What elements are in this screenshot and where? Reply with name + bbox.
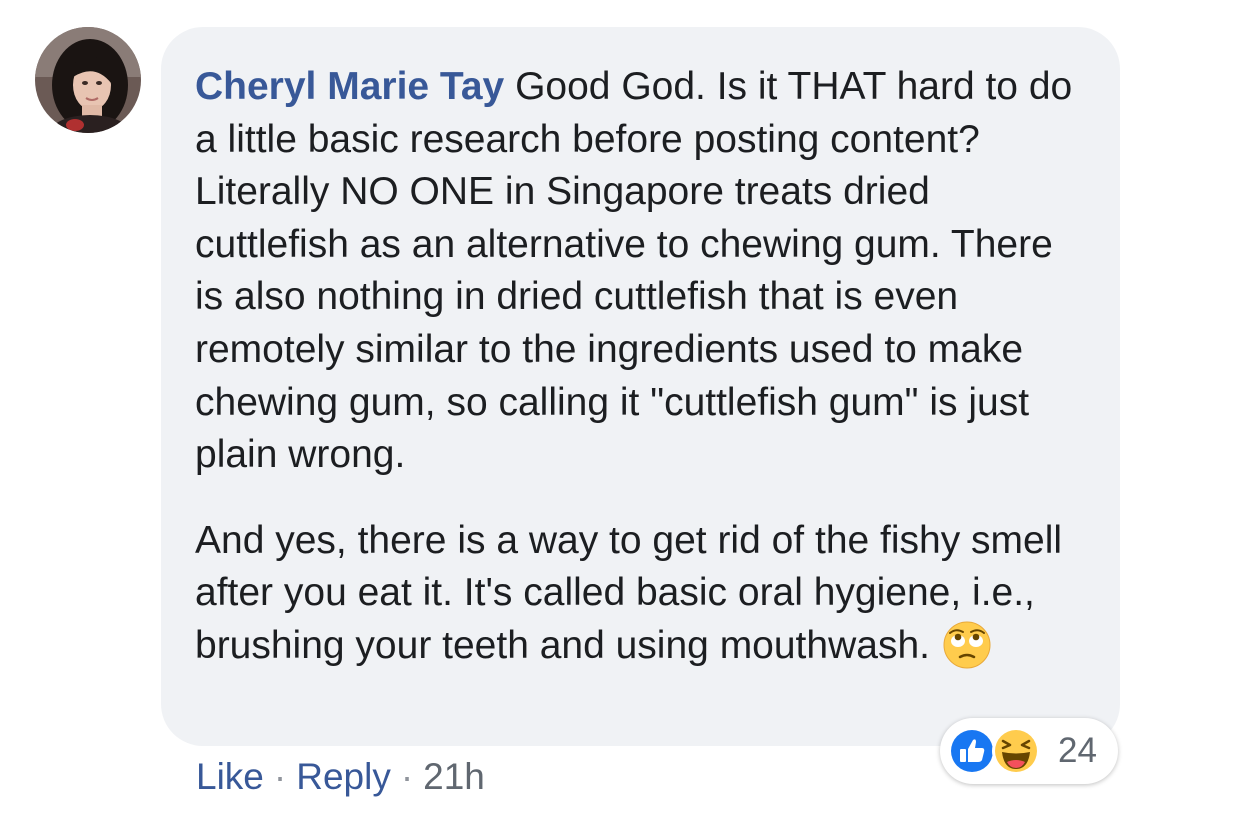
avatar[interactable] (35, 27, 141, 133)
reactions-summary[interactable]: 24 (940, 718, 1118, 784)
comment-actions: Like · Reply · 21h (196, 752, 485, 802)
author-link[interactable]: Cheryl Marie Tay (195, 65, 504, 108)
timestamp[interactable]: 21h (423, 756, 485, 797)
comment-paragraph-1: Good God. Is it THAT hard to do a little… (195, 65, 1084, 477)
reaction-count: 24 (1058, 731, 1097, 770)
reply-link[interactable]: Reply (296, 756, 391, 797)
action-separator: · (273, 756, 287, 797)
comment-bubble: Cheryl Marie Tay Good God. Is it THAT ha… (161, 27, 1120, 746)
comment-paragraph-2-container: And yes, there is a way to get rid of th… (195, 515, 1090, 673)
comment-text: Cheryl Marie Tay Good God. Is it THAT ha… (195, 61, 1090, 482)
like-link[interactable]: Like (196, 756, 264, 797)
action-separator: · (400, 756, 414, 797)
eye-roll-emoji-icon (942, 620, 992, 670)
haha-reaction-icon (992, 727, 1044, 780)
